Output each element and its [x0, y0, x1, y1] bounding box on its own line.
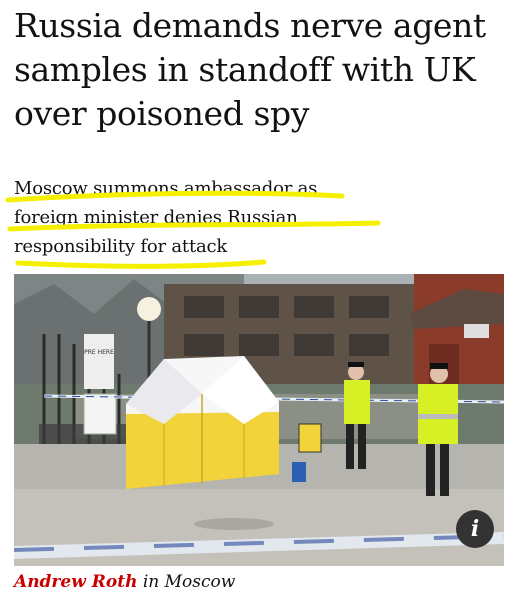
- sign-text: PRE HERE: [84, 349, 114, 356]
- photo-info-button[interactable]: i: [456, 510, 494, 548]
- author-link[interactable]: Andrew Roth: [14, 572, 137, 592]
- byline: Andrew Roth in Moscow: [14, 570, 235, 594]
- standfirst-line-2: foreign minister denies Russian: [14, 207, 298, 228]
- news-photo[interactable]: PRE HERE i: [14, 274, 504, 566]
- headline: Russia demands nerve agent samples in st…: [14, 6, 486, 133]
- photo-scene: PRE HERE: [14, 274, 504, 566]
- standfirst: Moscow summons ambassador as foreign min…: [14, 174, 454, 261]
- standfirst-line-1: Moscow summons ambassador as: [14, 178, 318, 199]
- standfirst-line-3: responsibility for attack: [14, 236, 228, 257]
- underline-3: [15, 259, 267, 269]
- byline-location: in Moscow: [142, 572, 236, 592]
